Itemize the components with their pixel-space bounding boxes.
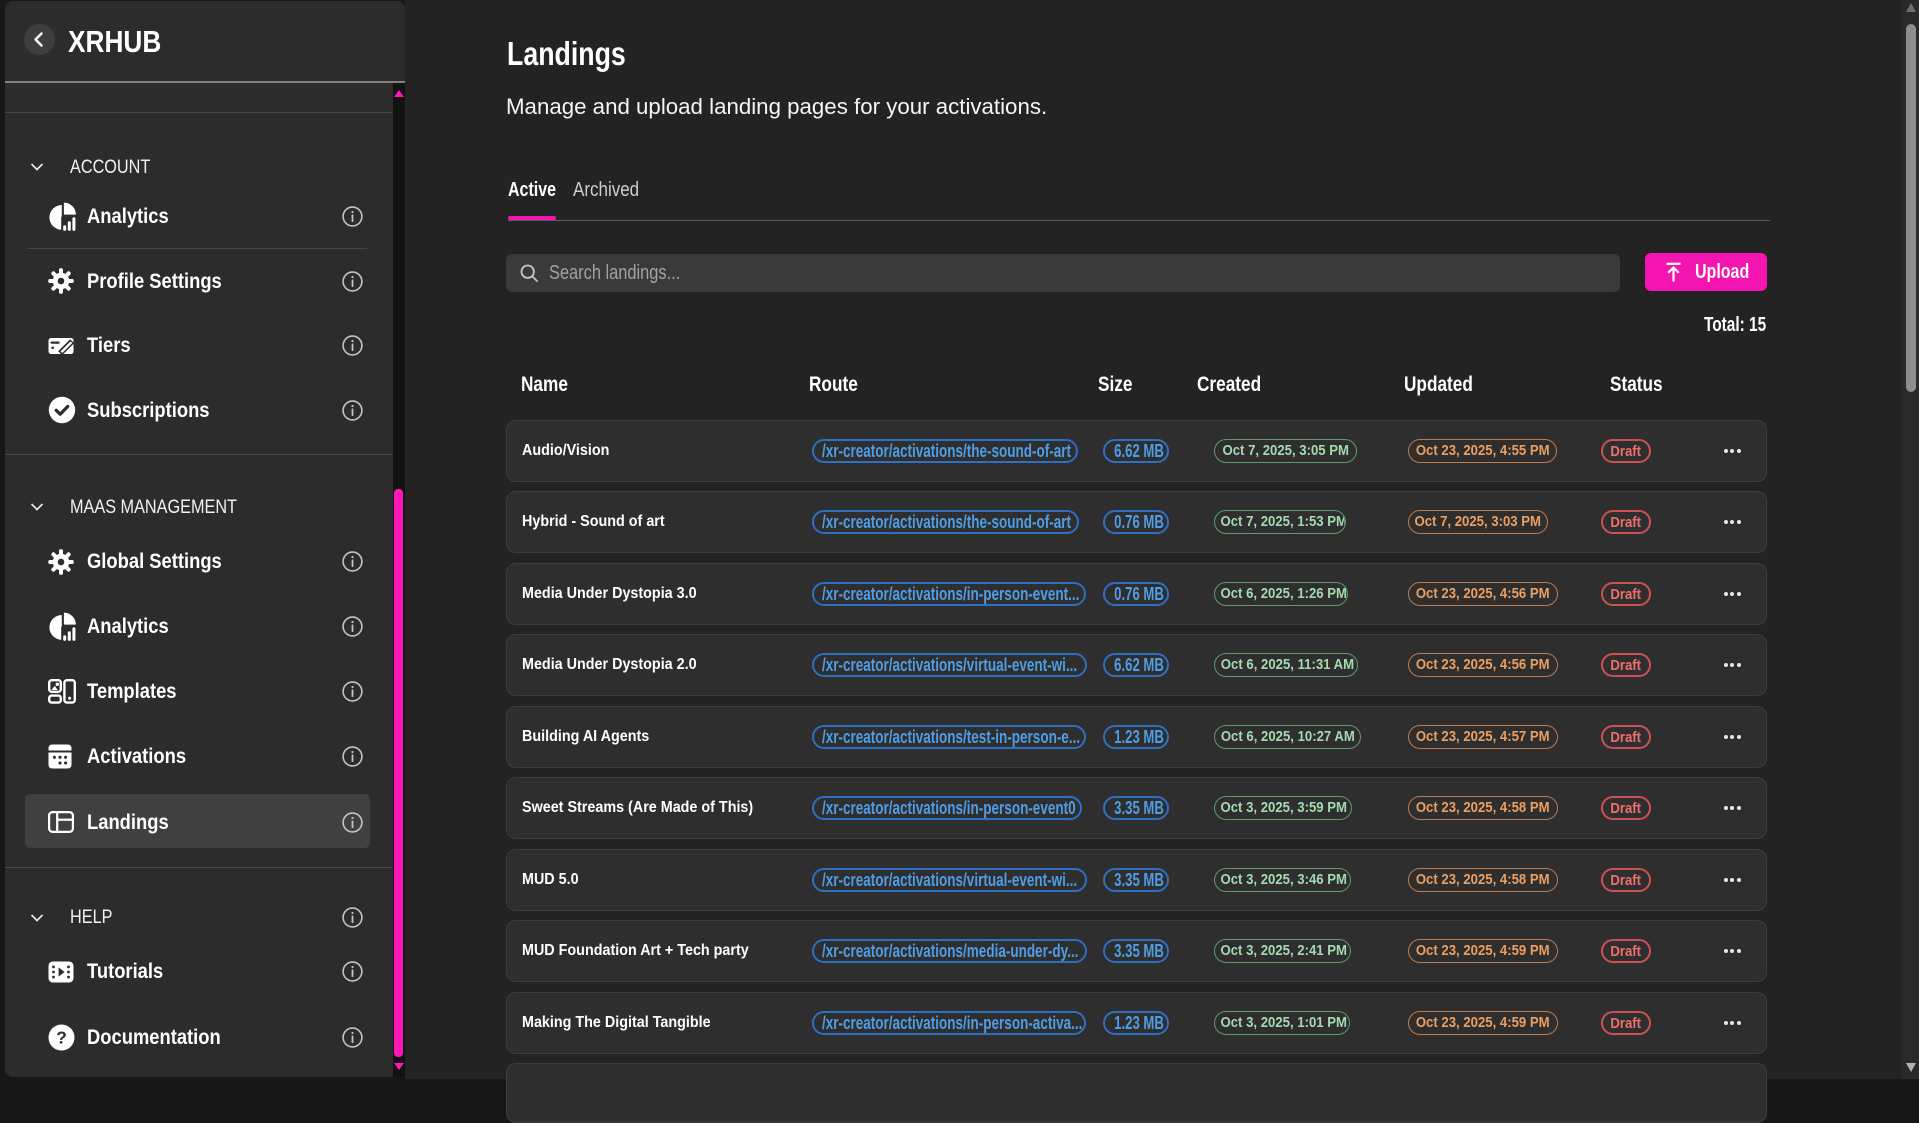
- svg-text:?: ?: [56, 1027, 67, 1047]
